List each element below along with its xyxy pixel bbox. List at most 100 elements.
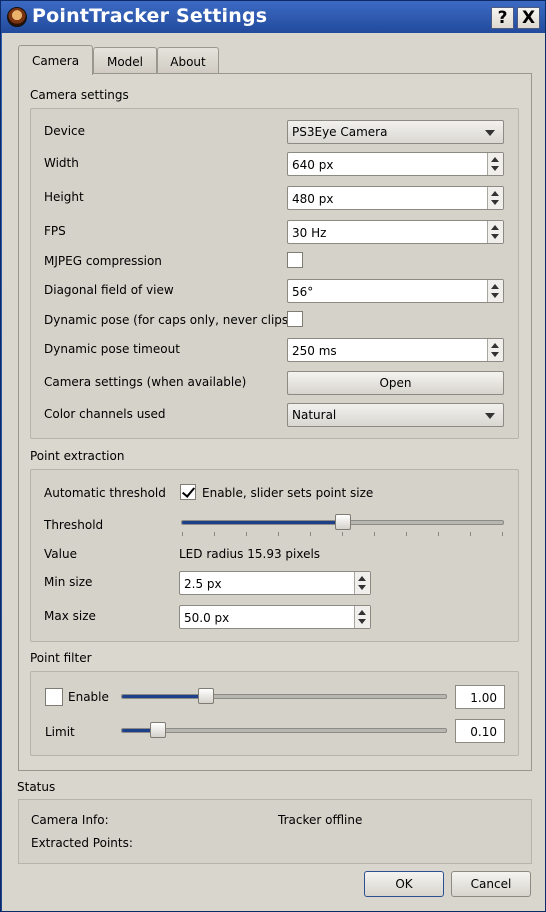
slider-tick [246,532,247,536]
width-value: 640 px [292,158,334,172]
spin-arrows[interactable] [487,339,503,361]
fov-value: 56° [292,285,314,299]
threshold-slider[interactable] [181,514,504,536]
tab-about[interactable]: About [157,47,219,74]
dynamic-pose-checkbox[interactable] [287,311,303,327]
point-filter-enable-checkbox[interactable] [45,688,63,706]
limit-value[interactable]: 0.10 [455,719,505,743]
spin-arrows[interactable] [487,221,503,243]
fov-spinbox[interactable]: 56° [287,279,504,303]
arrow-down-icon[interactable] [491,166,499,171]
min-size-label: Min size [44,575,93,589]
title-bar[interactable]: PointTracker Settings ? X [1,1,545,33]
limit-slider[interactable] [121,722,447,738]
tab-model[interactable]: Model [93,47,157,74]
point-filter-value[interactable]: 1.00 [455,685,505,709]
arrow-up-icon[interactable] [491,284,499,289]
auto-threshold-checkbox[interactable] [180,484,196,500]
arrow-down-icon[interactable] [491,234,499,239]
arrow-up-icon[interactable] [491,343,499,348]
slider-tick [502,532,503,536]
slider-tick [438,532,439,536]
height-value: 480 px [292,192,334,206]
min-size-value: 2.5 px [184,577,222,591]
status-title: Status [17,780,56,794]
limit-slider-handle[interactable] [150,722,166,738]
width-spinbox[interactable]: 640 px [287,152,504,176]
width-label: Width [44,156,79,170]
color-channels-value: Natural [292,408,337,422]
arrow-up-icon[interactable] [491,225,499,230]
auto-threshold-label: Automatic threshold [44,486,166,500]
dialog-client-area: Camera Model About Camera settings Devic… [2,33,545,911]
dynamic-timeout-spinbox[interactable]: 250 ms [287,338,504,362]
close-button[interactable]: X [517,7,540,29]
spin-arrows[interactable] [487,153,503,175]
arrow-down-icon[interactable] [491,352,499,357]
spin-arrows[interactable] [487,280,503,302]
device-label: Device [44,124,86,138]
arrow-up-icon[interactable] [491,191,499,196]
status-group: Camera Info: Tracker offline Extracted P… [18,799,532,864]
spin-arrows[interactable] [487,187,503,209]
camera-settings-group: Device PS3Eye Camera Width 640 px Height… [30,108,519,439]
value-label: Value [44,547,77,561]
slider-tick [182,532,183,536]
camera-tab-panel: Camera settings Device PS3Eye Camera Wid… [18,73,532,771]
fov-label: Diagonal field of view [44,283,174,297]
arrow-up-icon[interactable] [358,576,366,581]
point-filter-group: Enable 1.00 Limit 0.10 [30,671,519,756]
camera-settings-title: Camera settings [30,88,129,102]
settings-window: PointTracker Settings ? X Camera Model A… [0,0,546,912]
point-filter-slider[interactable] [121,688,447,704]
spin-arrows[interactable] [354,606,370,628]
mjpeg-checkbox[interactable] [287,252,303,268]
max-size-spinbox[interactable]: 50.0 px [179,605,371,629]
camera-info-label: Camera Info: [31,813,109,827]
max-size-value: 50.0 px [184,611,230,625]
fps-spinbox[interactable]: 30 Hz [287,220,504,244]
height-label: Height [44,190,84,204]
cancel-button[interactable]: Cancel [451,871,531,897]
tab-camera[interactable]: Camera [18,45,93,75]
point-filter-title: Point filter [30,651,92,665]
arrow-down-icon[interactable] [491,293,499,298]
chevron-down-icon [485,130,495,136]
slider-tick [214,532,215,536]
dynamic-pose-label: Dynamic pose (for caps only, never clips… [44,313,293,327]
arrow-up-icon[interactable] [491,157,499,162]
slider-tick [406,532,407,536]
camera-settings-label: Camera settings (when available) [44,375,247,389]
auto-threshold-checkbox-label[interactable]: Enable, slider sets point size [202,486,373,500]
slider-tick [342,532,343,536]
led-radius-text: LED radius 15.93 pixels [179,547,321,561]
device-value: PS3Eye Camera [292,125,388,139]
open-camera-settings-button[interactable]: Open [287,371,504,395]
help-button[interactable]: ? [491,7,514,29]
point-filter-slider-handle[interactable] [198,688,214,704]
min-size-spinbox[interactable]: 2.5 px [179,571,371,595]
threshold-slider-handle[interactable] [335,514,351,530]
ok-button[interactable]: OK [364,871,444,897]
color-channels-combobox[interactable]: Natural [287,403,504,427]
arrow-up-icon[interactable] [358,610,366,615]
arrow-down-icon[interactable] [358,619,366,624]
slider-tick [310,532,311,536]
spin-arrows[interactable] [354,572,370,594]
extracted-points-label: Extracted Points: [31,836,133,850]
camera-info-value: Tracker offline [278,813,363,827]
dynamic-timeout-label: Dynamic pose timeout [44,342,180,356]
device-combobox[interactable]: PS3Eye Camera [287,120,504,144]
max-size-label: Max size [44,609,96,623]
slider-tick [470,532,471,536]
mjpeg-label: MJPEG compression [44,254,162,268]
point-extraction-title: Point extraction [30,449,125,463]
slider-tick [278,532,279,536]
height-spinbox[interactable]: 480 px [287,186,504,210]
arrow-down-icon[interactable] [491,200,499,205]
app-icon [7,7,27,27]
slider-tick [374,532,375,536]
arrow-down-icon[interactable] [358,585,366,590]
point-filter-enable-label[interactable]: Enable [68,690,109,704]
window-title: PointTracker Settings [32,5,268,27]
